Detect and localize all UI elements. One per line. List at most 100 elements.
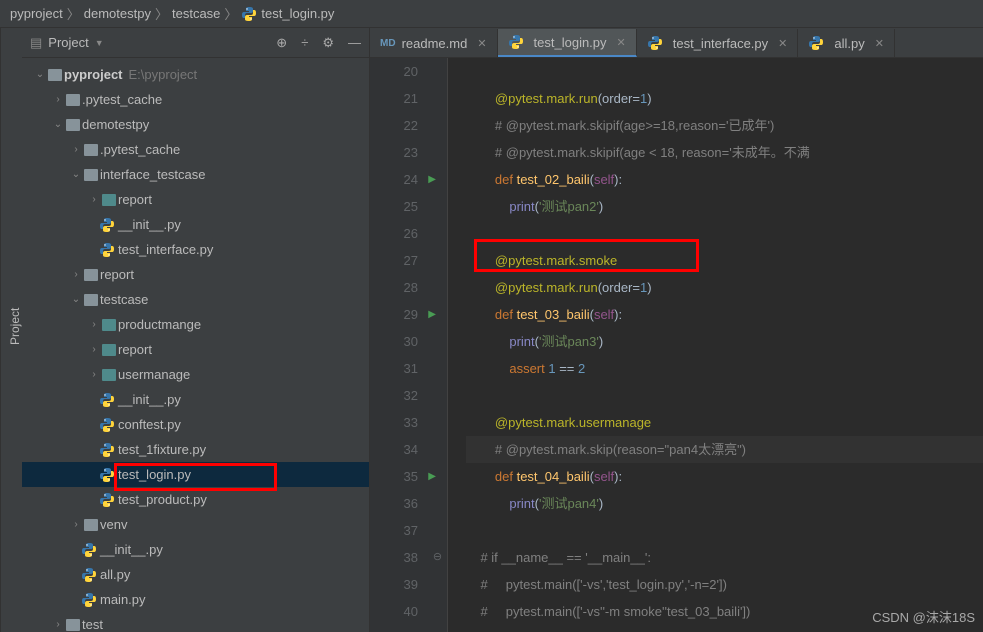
tree-item[interactable]: test_interface.py bbox=[22, 237, 369, 262]
code-line[interactable]: def test_02_baili(self): bbox=[466, 166, 983, 193]
tree-item[interactable]: ⌄pyprojectE:\pyproject bbox=[22, 62, 369, 87]
tree-item[interactable]: __init__.py bbox=[22, 537, 369, 562]
code-line[interactable]: def test_03_baili(self): bbox=[466, 301, 983, 328]
tree-item[interactable]: __init__.py bbox=[22, 387, 369, 412]
run-icon[interactable]: ▶ bbox=[428, 166, 436, 193]
code-line[interactable]: @pytest.mark.usermanage bbox=[466, 409, 983, 436]
tree-item[interactable]: all.py bbox=[22, 562, 369, 587]
tree-item[interactable]: › venv bbox=[22, 512, 369, 537]
tree-label: main.py bbox=[100, 592, 146, 607]
code-line[interactable] bbox=[466, 220, 983, 247]
chevron-icon[interactable]: ⌄ bbox=[70, 294, 82, 305]
breadcrumb-item[interactable]: testcase bbox=[172, 6, 220, 21]
tree-item[interactable]: ›.pytest_cache bbox=[22, 87, 369, 112]
code-line[interactable]: @pytest.mark.run(order=1) bbox=[466, 85, 983, 112]
chevron-icon[interactable]: › bbox=[70, 269, 82, 280]
close-icon[interactable]: ✕ bbox=[875, 37, 884, 50]
tree-item[interactable]: › usermanage bbox=[22, 362, 369, 387]
chevron-icon[interactable]: › bbox=[70, 144, 82, 155]
breadcrumb-item[interactable]: pyproject bbox=[10, 6, 63, 21]
code-line[interactable]: print('测试pan2') bbox=[466, 193, 983, 220]
dropdown-icon[interactable]: ▼ bbox=[95, 38, 104, 48]
tree-item[interactable]: conftest.py bbox=[22, 412, 369, 437]
tree-label: __init__.py bbox=[118, 392, 181, 407]
code-editor[interactable]: 2021222324▶2526272829▶303132333435▶36373… bbox=[370, 58, 983, 632]
chevron-icon[interactable]: › bbox=[88, 319, 100, 330]
tree-item[interactable]: ›test bbox=[22, 612, 369, 632]
code-line[interactable]: # pytest.main(['-vs','test_login.py','-n… bbox=[466, 571, 983, 598]
tree-label: test_1fixture.py bbox=[118, 442, 206, 457]
breadcrumb-file[interactable]: test_login.py bbox=[261, 6, 334, 21]
folder-icon bbox=[64, 94, 82, 106]
python-icon bbox=[647, 35, 663, 51]
tree-item[interactable]: ›.pytest_cache bbox=[22, 137, 369, 162]
project-panel: ▤ Project ▼ ⊕ ÷ ⚙ — ⌄pyprojectE:\pyproje… bbox=[22, 28, 370, 632]
tree-label: demotestpy bbox=[82, 117, 149, 132]
tree-item[interactable]: __init__.py bbox=[22, 212, 369, 237]
tree-item[interactable]: ⌄interface_testcase bbox=[22, 162, 369, 187]
chevron-icon[interactable]: › bbox=[70, 519, 82, 530]
chevron-icon[interactable]: › bbox=[88, 344, 100, 355]
tree-item[interactable]: ›report bbox=[22, 337, 369, 362]
tree-item[interactable]: main.py bbox=[22, 587, 369, 612]
tree-item[interactable]: ›productmange bbox=[22, 312, 369, 337]
chevron-icon[interactable]: ⌄ bbox=[34, 69, 46, 80]
editor-tab[interactable]: MDreadme.md✕ bbox=[370, 29, 498, 57]
code-line[interactable] bbox=[466, 58, 983, 85]
folder-icon bbox=[100, 369, 118, 381]
tree-label: usermanage bbox=[118, 367, 190, 382]
code-line[interactable]: def test_04_baili(self): bbox=[466, 463, 983, 490]
settings-icon[interactable]: ⚙ bbox=[322, 35, 334, 51]
editor-tab[interactable]: test_interface.py✕ bbox=[637, 29, 799, 57]
project-tool-tab[interactable]: Project bbox=[0, 28, 22, 632]
code-content[interactable]: @pytest.mark.run(order=1) # @pytest.mark… bbox=[448, 58, 983, 632]
tree-label: test_login.py bbox=[118, 467, 191, 482]
chevron-icon[interactable]: › bbox=[88, 369, 100, 380]
fold-gutter: ⊖ bbox=[428, 58, 448, 632]
tree-item[interactable]: test_login.py bbox=[22, 462, 369, 487]
code-line[interactable]: print('测试pan3') bbox=[466, 328, 983, 355]
code-line[interactable]: print('测试pan4') bbox=[466, 490, 983, 517]
close-icon[interactable]: ✕ bbox=[477, 37, 486, 50]
code-line[interactable]: # @pytest.mark.skipif(age < 18, reason='… bbox=[466, 139, 983, 166]
editor-tab[interactable]: test_login.py✕ bbox=[498, 29, 637, 57]
breadcrumb-item[interactable]: demotestpy bbox=[84, 6, 151, 21]
tree-item[interactable]: test_1fixture.py bbox=[22, 437, 369, 462]
tree-label: venv bbox=[100, 517, 127, 532]
code-line[interactable]: # @pytest.mark.skipif(age>=18,reason='已成… bbox=[466, 112, 983, 139]
tree-item[interactable]: ⌄testcase bbox=[22, 287, 369, 312]
folder-icon bbox=[82, 269, 100, 281]
code-line[interactable]: assert 1 == 2 bbox=[466, 355, 983, 382]
code-line[interactable]: @pytest.mark.smoke bbox=[466, 247, 983, 274]
run-icon[interactable]: ▶ bbox=[428, 463, 436, 490]
locate-icon[interactable]: ⊕ bbox=[276, 35, 287, 51]
tree-item[interactable]: ›report bbox=[22, 187, 369, 212]
tree-item[interactable]: ›report bbox=[22, 262, 369, 287]
chevron-icon[interactable]: › bbox=[52, 94, 64, 105]
run-icon[interactable]: ▶ bbox=[428, 301, 436, 328]
python-icon bbox=[100, 392, 118, 408]
code-line[interactable] bbox=[466, 517, 983, 544]
code-line[interactable]: # if __name__ == '__main__': bbox=[466, 544, 983, 571]
markdown-icon: MD bbox=[380, 38, 396, 49]
tree-item[interactable]: ⌄ demotestpy bbox=[22, 112, 369, 137]
chevron-icon[interactable]: › bbox=[88, 194, 100, 205]
chevron-icon[interactable]: ⌄ bbox=[52, 119, 64, 130]
hide-icon[interactable]: — bbox=[348, 35, 361, 51]
editor-tab[interactable]: all.py✕ bbox=[798, 29, 895, 57]
chevron-icon[interactable]: ⌄ bbox=[70, 169, 82, 180]
close-icon[interactable]: ✕ bbox=[617, 36, 626, 49]
tree-label: __init__.py bbox=[100, 542, 163, 557]
folder-icon bbox=[82, 169, 100, 181]
tree-item[interactable]: test_product.py bbox=[22, 487, 369, 512]
code-line[interactable]: @pytest.mark.run(order=1) bbox=[466, 274, 983, 301]
breadcrumb: pyproject〉 demotestpy〉 testcase〉 test_lo… bbox=[0, 0, 983, 28]
project-tree[interactable]: ⌄pyprojectE:\pyproject›.pytest_cache⌄dem… bbox=[22, 58, 369, 632]
collapse-icon[interactable]: ÷ bbox=[301, 35, 308, 51]
code-line[interactable]: # @pytest.mark.skip(reason="pan4太漂亮") bbox=[466, 436, 983, 463]
tree-label: pyproject bbox=[64, 67, 123, 82]
chevron-icon[interactable]: › bbox=[52, 619, 64, 630]
code-line[interactable] bbox=[466, 382, 983, 409]
close-icon[interactable]: ✕ bbox=[778, 37, 787, 50]
python-icon bbox=[808, 35, 824, 51]
